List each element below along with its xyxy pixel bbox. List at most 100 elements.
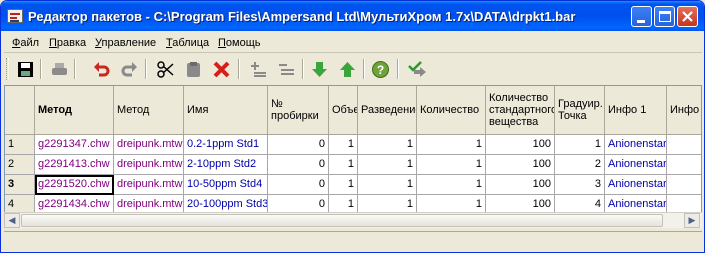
column-header[interactable]: Объем	[329, 86, 358, 135]
toolbar: ?	[4, 55, 702, 83]
paste-icon	[187, 62, 200, 77]
menu-edit[interactable]: Правка	[49, 37, 86, 49]
chevron-right-icon: ▶	[688, 215, 696, 225]
table-cell[interactable]	[667, 155, 701, 175]
insert-row-icon	[251, 62, 266, 77]
table-cell[interactable]: 0	[268, 175, 329, 195]
column-header[interactable]: Инфо 1	[605, 86, 667, 135]
table-cell[interactable]: 1	[358, 135, 417, 155]
column-header[interactable]: № пробирки	[268, 86, 329, 135]
table-cell[interactable]: Anionenstar	[605, 155, 667, 175]
column-header[interactable]: Количество	[417, 86, 486, 135]
table-cell[interactable]: 0	[268, 155, 329, 175]
column-header[interactable]: Количество стандартного вещества	[486, 86, 555, 135]
cut-icon	[157, 61, 174, 78]
column-header[interactable]: Метод	[35, 86, 114, 135]
status-bar	[4, 231, 702, 251]
save-icon	[18, 62, 33, 77]
table-cell[interactable]: 0	[268, 135, 329, 155]
delete-row-icon	[279, 64, 294, 75]
table-cell[interactable]: 100	[486, 135, 555, 155]
table-cell[interactable]: 1	[417, 175, 486, 195]
table-cell[interactable]: 3	[555, 175, 605, 195]
window-title: Редактор пакетов - C:\Program Files\Ampe…	[28, 9, 576, 24]
table-cell[interactable]: 1	[358, 155, 417, 175]
paste-button[interactable]	[182, 58, 205, 80]
table-cell[interactable]: dreipunk.mtw	[114, 135, 184, 155]
table-cell[interactable]: g2291347.chw	[35, 135, 114, 155]
horizontal-scrollbar[interactable]: ◀ ▶	[4, 212, 702, 228]
table-cell[interactable]: 2	[555, 155, 605, 175]
close-button[interactable]	[677, 6, 698, 27]
help-icon: ?	[372, 61, 389, 78]
table-cell[interactable]: dreipunk.mtw	[114, 175, 184, 195]
batch-table: МетодМетодИмя№ пробиркиОбъемРазведениеКо…	[4, 85, 702, 228]
row-header[interactable]: 2	[5, 155, 35, 175]
scroll-thumb[interactable]	[21, 214, 663, 227]
table-cell[interactable]	[667, 175, 701, 195]
table-cell[interactable]: 10-50ppm Std4	[184, 175, 268, 195]
column-header[interactable]: Разведение	[358, 86, 417, 135]
row-header[interactable]: 1	[5, 135, 35, 155]
delete-row-button[interactable]	[275, 58, 298, 80]
print-icon	[52, 63, 67, 75]
redo-button[interactable]	[118, 58, 141, 80]
delete-icon	[213, 61, 230, 78]
column-header[interactable]: Метод	[114, 86, 184, 135]
toolbar-grip[interactable]	[6, 58, 9, 80]
table-cell[interactable]: g2291520.chw	[35, 175, 114, 195]
move-up-icon	[340, 62, 355, 77]
redo-icon	[121, 62, 137, 77]
menu-file[interactable]: Файл	[12, 37, 39, 49]
svg-text:?: ?	[377, 63, 384, 77]
table-cell[interactable]: 1	[329, 155, 358, 175]
save-button[interactable]	[14, 58, 37, 80]
menu-help[interactable]: Помощь	[218, 37, 261, 49]
app-window: Редактор пакетов - C:\Program Files\Ampe…	[0, 0, 705, 253]
close-icon	[682, 11, 693, 22]
cut-button[interactable]	[154, 58, 177, 80]
move-down-button[interactable]	[308, 58, 331, 80]
apply-icon	[408, 61, 426, 77]
column-header[interactable]: Градуир. Точка	[555, 86, 605, 135]
table-cell[interactable]: 100	[486, 155, 555, 175]
app-icon[interactable]	[7, 9, 23, 23]
minimize-button[interactable]	[631, 6, 652, 27]
print-button[interactable]	[48, 58, 71, 80]
menu-table[interactable]: Таблица	[166, 37, 209, 49]
title-bar[interactable]: Редактор пакетов - C:\Program Files\Ampe…	[1, 1, 704, 31]
table-cell[interactable]: Anionenstar	[605, 175, 667, 195]
table-cell[interactable]: 2-10ppm Std2	[184, 155, 268, 175]
table-cell[interactable]	[667, 135, 701, 155]
chevron-left-icon: ◀	[8, 215, 16, 225]
column-header[interactable]: Имя	[184, 86, 268, 135]
apply-button[interactable]	[405, 58, 428, 80]
table-cell[interactable]: 1	[329, 135, 358, 155]
move-down-icon	[312, 62, 327, 77]
column-header[interactable]: Инфо	[667, 86, 701, 135]
table-cell[interactable]: 100	[486, 175, 555, 195]
table-cell[interactable]: 1	[555, 135, 605, 155]
table-cell[interactable]: 1	[358, 175, 417, 195]
menu-bar: Файл Правка Управление Таблица Помощь	[4, 33, 702, 53]
minimize-icon	[637, 20, 645, 23]
undo-button[interactable]	[90, 58, 113, 80]
move-up-button[interactable]	[336, 58, 359, 80]
table-cell[interactable]: dreipunk.mtw	[114, 155, 184, 175]
table-cell[interactable]: 1	[417, 135, 486, 155]
scroll-left-button[interactable]: ◀	[4, 213, 20, 228]
corner-cell[interactable]	[5, 86, 35, 135]
delete-button[interactable]	[210, 58, 233, 80]
table-cell[interactable]: 1	[329, 175, 358, 195]
help-button[interactable]: ?	[369, 58, 392, 80]
table-cell[interactable]: g2291413.chw	[35, 155, 114, 175]
maximize-button[interactable]	[654, 6, 675, 27]
scroll-right-button[interactable]: ▶	[684, 213, 700, 228]
insert-row-button[interactable]	[247, 58, 270, 80]
table-cell[interactable]: 0.2-1ppm Std1	[184, 135, 268, 155]
row-header[interactable]: 3	[5, 175, 35, 195]
table-cell[interactable]: Anionenstar	[605, 135, 667, 155]
undo-icon	[94, 62, 110, 77]
menu-control[interactable]: Управление	[95, 37, 156, 49]
table-cell[interactable]: 1	[417, 155, 486, 175]
